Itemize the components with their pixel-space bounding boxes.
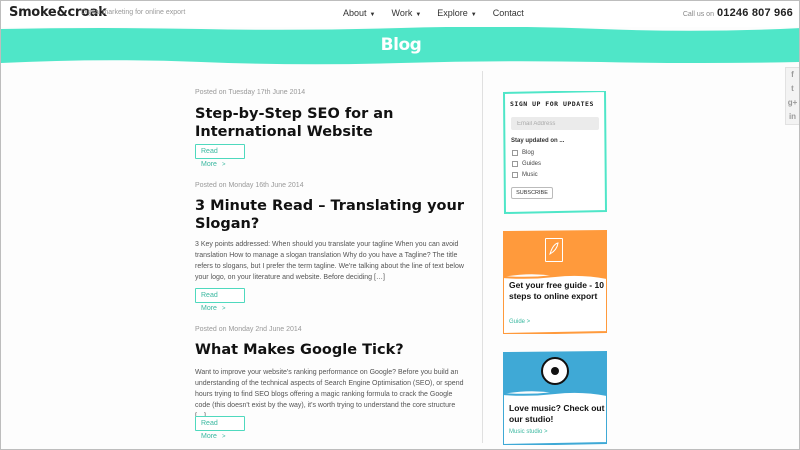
post-title[interactable]: What Makes Google Tick? <box>195 341 485 359</box>
caret-down-icon: ▼ <box>369 12 376 18</box>
card-heading: Love music? Check out our studio! <box>509 403 605 424</box>
site-tagline: Digital marketing for online export <box>81 9 186 16</box>
chevron-right-icon: > <box>221 306 226 312</box>
chevron-right-icon: > <box>221 434 226 440</box>
post-date: Posted on Monday 16th June 2014 <box>195 182 304 189</box>
vinyl-disc-icon <box>541 357 569 385</box>
main-nav: About ▼ Work ▼ Explore ▼ Contact <box>343 8 540 18</box>
checkbox-blog[interactable]: Blog <box>512 150 534 156</box>
read-more-label: Read More <box>201 420 218 440</box>
checkbox-label: Music <box>522 172 538 178</box>
email-input[interactable] <box>511 117 599 130</box>
checkbox-label: Blog <box>522 150 535 156</box>
signup-title: SIGN UP FOR UPDATES <box>510 100 594 108</box>
disc-center <box>551 367 559 375</box>
stay-updated-label: Stay updated on ... <box>511 138 565 144</box>
top-navigation-bar: Smoke&croak Digital marketing for online… <box>1 1 799 27</box>
read-more-label: Read More <box>201 148 218 168</box>
caret-down-icon: ▼ <box>470 12 477 18</box>
post-title[interactable]: Step-by-Step SEO for an International We… <box>195 105 485 141</box>
nav-label: About <box>343 8 367 18</box>
checkbox-guides[interactable]: Guides <box>512 161 541 167</box>
checkbox-icon[interactable] <box>512 161 518 167</box>
nav-item-about[interactable]: About ▼ <box>343 8 375 18</box>
post-excerpt: Want to improve your website's ranking p… <box>195 369 464 420</box>
card-link[interactable]: Music studio > <box>509 429 548 435</box>
checkbox-music[interactable]: Music <box>512 172 538 178</box>
page-frame: Smoke&croak Digital marketing for online… <box>0 0 800 450</box>
googleplus-icon[interactable]: g+ <box>788 99 798 107</box>
phone-number[interactable]: 01246 807 966 <box>717 7 793 19</box>
nav-item-contact[interactable]: Contact <box>493 8 524 18</box>
nav-item-explore[interactable]: Explore ▼ <box>437 8 476 18</box>
card-heading: Get your free guide - 10 steps to online… <box>509 280 604 301</box>
post-excerpt: 3 Key points addressed: When should you … <box>195 241 464 281</box>
leaf-icon <box>549 242 559 256</box>
linkedin-icon[interactable]: in <box>789 113 796 121</box>
twitter-icon[interactable]: t <box>791 85 794 93</box>
read-more-button[interactable]: Read More > <box>195 144 245 168</box>
post-title[interactable]: 3 Minute Read – Translating your Slogan? <box>195 197 485 233</box>
social-share-rail: f t g+ in <box>785 67 799 125</box>
document-icon <box>545 238 563 262</box>
music-studio-card[interactable]: Love music? Check out our studio! Music … <box>503 351 607 445</box>
nav-label: Work <box>391 8 413 18</box>
caret-down-icon: ▼ <box>415 12 422 18</box>
checkbox-icon[interactable] <box>512 150 518 156</box>
chevron-right-icon: > <box>221 162 226 168</box>
read-more-button[interactable]: Read More > <box>195 416 245 440</box>
nav-item-work[interactable]: Work ▼ <box>391 8 421 18</box>
call-us-label: Call us on <box>682 11 714 18</box>
facebook-icon[interactable]: f <box>791 71 794 79</box>
call-us: Call us on 01246 807 966 <box>683 7 793 19</box>
subscribe-button[interactable]: SUBSCRIBE <box>511 187 553 199</box>
nav-label: Explore <box>437 8 468 18</box>
post-date: Posted on Monday 2nd June 2014 <box>195 326 302 333</box>
card-link[interactable]: Guide > <box>509 319 530 325</box>
free-guide-card[interactable]: Get your free guide - 10 steps to online… <box>503 230 607 334</box>
column-divider <box>482 71 483 443</box>
checkbox-label: Guides <box>522 161 542 167</box>
checkbox-icon[interactable] <box>512 172 518 178</box>
nav-label: Contact <box>492 8 524 18</box>
read-more-label: Read More <box>201 292 218 312</box>
page-title: Blog <box>380 35 422 55</box>
post-date: Posted on Tuesday 17th June 2014 <box>195 89 306 96</box>
read-more-button[interactable]: Read More > <box>195 288 245 312</box>
